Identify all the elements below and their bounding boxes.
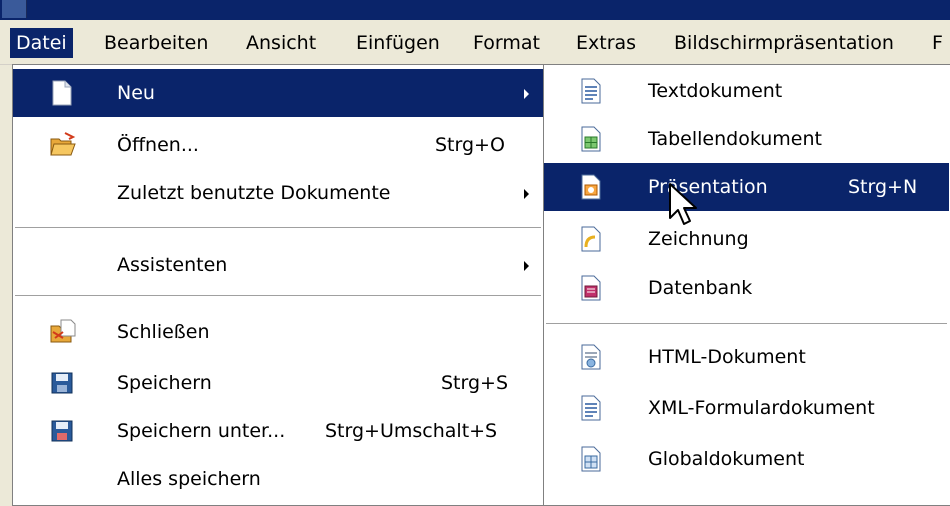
save-as-disk-icon xyxy=(51,415,73,443)
submenu-item-xml-formulardokument-label: XML-Formulardokument xyxy=(648,397,875,419)
submenu-item-tabellendokument-label: Tabellendokument xyxy=(648,128,822,150)
menu-separator xyxy=(15,295,541,297)
menu-item-speichern-unter[interactable]: Speichern unter... Strg+Umschalt+S xyxy=(13,407,543,455)
submenu-arrow-icon xyxy=(524,261,529,271)
title-bar xyxy=(0,0,950,20)
menu-item-speichern-label: Speichern xyxy=(117,372,212,394)
menu-einfuegen[interactable]: Einfügen xyxy=(350,28,446,58)
menu-bearbeiten[interactable]: Bearbeiten xyxy=(98,28,214,58)
submenu-item-xml-formulardokument[interactable]: XML-Formulardokument xyxy=(544,384,949,432)
submenu-item-zeichnung-label: Zeichnung xyxy=(648,228,749,250)
menu-item-oeffnen-label: Öffnen... xyxy=(117,134,199,156)
submenu-item-datenbank-label: Datenbank xyxy=(648,277,753,299)
menu-ansicht[interactable]: Ansicht xyxy=(240,28,322,58)
neu-submenu: Textdokument Tabellendokument Präsentati… xyxy=(543,64,950,506)
menu-datei[interactable]: Datei xyxy=(10,28,73,58)
submenu-item-textdokument-label: Textdokument xyxy=(648,80,783,102)
menu-item-oeffnen[interactable]: Öffnen... Strg+O xyxy=(13,121,543,169)
open-folder-icon xyxy=(49,129,77,157)
menu-separator xyxy=(15,227,541,229)
spreadsheet-icon xyxy=(580,123,602,152)
menu-item-schliessen-label: Schließen xyxy=(117,321,210,343)
menu-item-zuletzt[interactable]: Zuletzt benutzte Dokumente xyxy=(13,169,543,217)
submenu-arrow-icon xyxy=(524,89,529,99)
menu-format[interactable]: Format xyxy=(467,28,546,58)
app-icon xyxy=(2,0,27,18)
menu-item-assistenten-label: Assistenten xyxy=(117,254,228,276)
menu-item-zuletzt-label: Zuletzt benutzte Dokumente xyxy=(117,182,391,204)
text-document-icon xyxy=(580,75,602,104)
submenu-item-globaldokument-label: Globaldokument xyxy=(648,448,805,470)
close-document-icon xyxy=(49,316,77,344)
presentation-icon xyxy=(580,171,602,200)
menu-item-speichern-unter-label: Speichern unter... xyxy=(117,420,286,442)
save-disk-icon xyxy=(51,367,73,395)
menu-bar: Datei Bearbeiten Ansicht Einfügen Format… xyxy=(0,20,950,65)
menu-item-speichern[interactable]: Speichern Strg+S xyxy=(13,359,543,407)
submenu-item-globaldokument[interactable]: Globaldokument xyxy=(544,435,949,483)
submenu-item-zeichnung[interactable]: Zeichnung xyxy=(544,215,949,263)
submenu-item-datenbank[interactable]: Datenbank xyxy=(544,264,949,312)
menu-f[interactable]: F xyxy=(926,28,949,58)
menu-item-schliessen[interactable]: Schließen xyxy=(13,308,543,356)
submenu-item-html-dokument-label: HTML-Dokument xyxy=(648,346,806,368)
drawing-icon xyxy=(580,223,602,252)
menu-item-neu-label: Neu xyxy=(117,82,155,104)
menu-bildschirmpraesentation[interactable]: Bildschirmpräsentation xyxy=(668,28,900,58)
xml-form-icon xyxy=(580,392,602,421)
menu-item-neu[interactable]: Neu xyxy=(13,69,543,117)
submenu-item-praesentation[interactable]: Präsentation Strg+N xyxy=(544,163,949,211)
html-document-icon xyxy=(580,341,602,370)
shortcut-praesentation: Strg+N xyxy=(848,176,918,198)
menu-item-alles-speichern[interactable]: Alles speichern xyxy=(13,455,543,503)
menu-item-alles-speichern-label: Alles speichern xyxy=(117,468,261,490)
submenu-arrow-icon xyxy=(524,189,529,199)
menu-separator xyxy=(546,323,947,325)
database-icon xyxy=(580,272,602,301)
shortcut-oeffnen: Strg+O xyxy=(435,134,505,156)
shortcut-speichern-unter: Strg+Umschalt+S xyxy=(325,420,498,442)
submenu-item-textdokument[interactable]: Textdokument xyxy=(544,67,949,115)
master-document-icon xyxy=(580,443,602,472)
submenu-item-html-dokument[interactable]: HTML-Dokument xyxy=(544,333,949,381)
new-document-icon xyxy=(51,77,73,106)
shortcut-speichern: Strg+S xyxy=(441,372,509,394)
menu-item-assistenten[interactable]: Assistenten xyxy=(13,241,543,289)
submenu-item-tabellendokument[interactable]: Tabellendokument xyxy=(544,115,949,163)
menu-extras[interactable]: Extras xyxy=(570,28,642,58)
datei-menu: Neu Öffnen... Strg+O Zuletzt benutzte Do… xyxy=(12,64,546,506)
submenu-item-praesentation-label: Präsentation xyxy=(648,176,768,198)
